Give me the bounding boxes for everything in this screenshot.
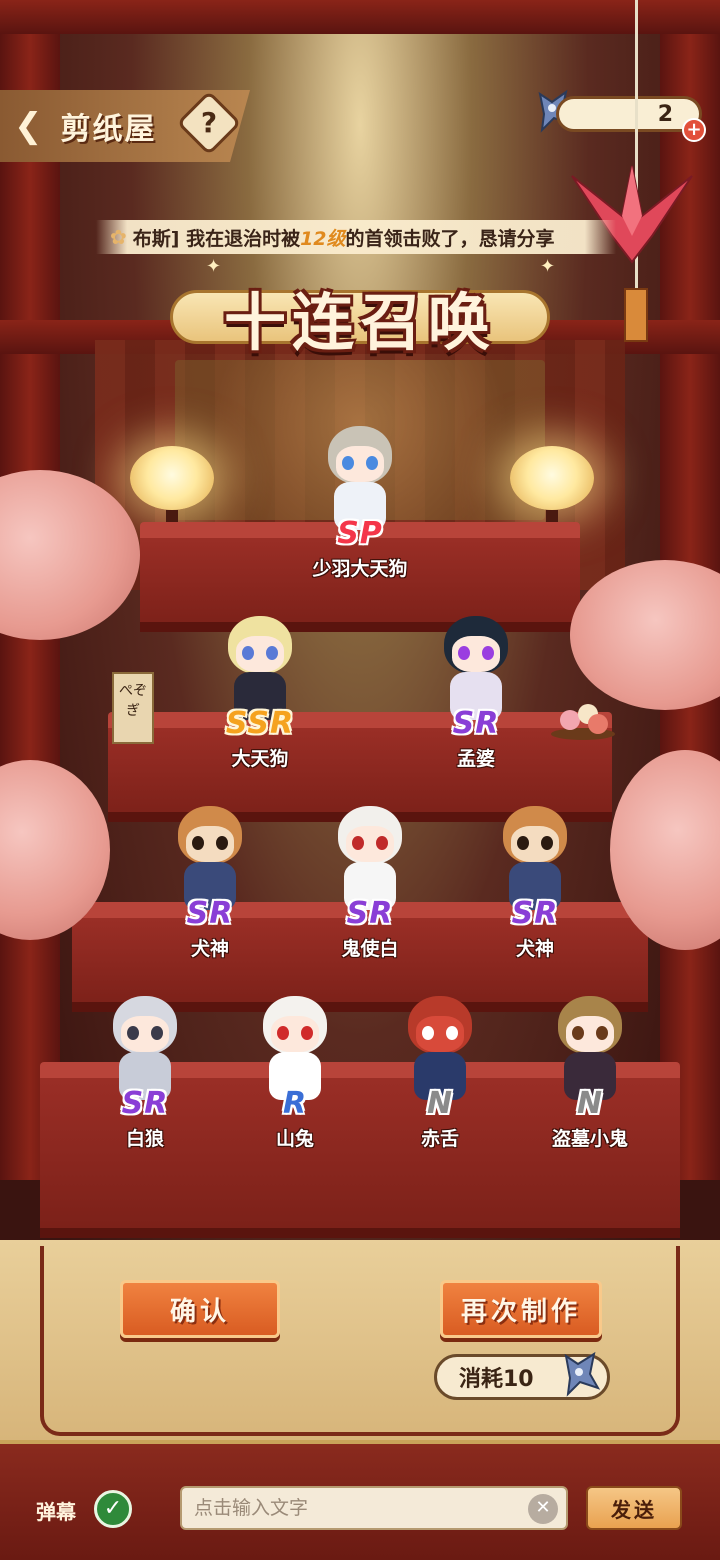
rarity-label: SSR xyxy=(225,706,295,741)
summon-card-n[interactable]: N 赤舌 xyxy=(375,992,505,1162)
character-sprite xyxy=(320,426,400,530)
charm-tag xyxy=(624,288,648,342)
character-name: 盗墓小鬼 xyxy=(551,1128,628,1150)
character-sprite xyxy=(220,616,300,720)
banner-title: 十连召唤 xyxy=(223,286,496,359)
summon-card-r[interactable]: R 山兔 xyxy=(230,992,360,1162)
clear-input-button[interactable]: ✕ xyxy=(528,1494,558,1524)
rarity-label: SP xyxy=(337,516,383,551)
top-beam xyxy=(0,0,720,34)
marquee-level: 12级 xyxy=(300,227,346,250)
rarity-label: SR xyxy=(121,1086,169,1121)
remake-button[interactable]: 再次制作 xyxy=(440,1280,602,1338)
currency-count: 2 xyxy=(657,101,673,127)
character-sprite xyxy=(170,806,250,910)
character-name: 孟婆 xyxy=(456,748,495,770)
page-title: 剪纸屋 xyxy=(60,112,157,147)
rarity-label: SR xyxy=(452,706,500,741)
right-lantern xyxy=(510,446,594,510)
summon-card-sr[interactable]: SR 孟婆 xyxy=(411,612,541,782)
summon-card-sr[interactable]: SR 鬼使白 xyxy=(305,802,435,972)
character-sprite xyxy=(550,996,630,1100)
rarity-label: R xyxy=(282,1086,308,1121)
character-name: 大天狗 xyxy=(231,748,289,770)
left-lantern xyxy=(130,446,214,510)
rarity-label: SR xyxy=(346,896,394,931)
summon-card-sr[interactable]: SR 犬神 xyxy=(470,802,600,972)
rarity-label: N xyxy=(426,1086,454,1121)
floor-border xyxy=(40,1246,680,1436)
character-sprite xyxy=(330,806,410,910)
summon-card-sr[interactable]: SR 犬神 xyxy=(145,802,275,972)
character-sprite xyxy=(436,616,516,720)
question-icon: ? xyxy=(200,106,218,139)
paper-doll-cost-icon xyxy=(564,1351,601,1397)
character-name: 山兔 xyxy=(275,1128,314,1150)
character-name: 鬼使白 xyxy=(341,938,399,960)
character-name: 犬神 xyxy=(190,938,229,960)
currency-counter: 2 xyxy=(556,96,702,132)
summon-card-ssr[interactable]: SSR 大天狗 xyxy=(195,612,325,782)
ten-summon-banner: 十连召唤 xyxy=(170,268,550,368)
rarity-label: SR xyxy=(186,896,234,931)
character-name: 犬神 xyxy=(515,938,554,960)
flower-icon: ✿ xyxy=(110,225,127,249)
marquee-prefix: 布斯] 我在退治时被 xyxy=(132,227,301,250)
character-name: 赤舌 xyxy=(420,1128,459,1150)
wooden-sign: ぺぞぎ xyxy=(112,672,154,744)
chat-input[interactable] xyxy=(180,1486,568,1530)
summon-card-n[interactable]: N 盗墓小鬼 xyxy=(525,992,655,1162)
rarity-label: SR xyxy=(511,896,559,931)
character-sprite xyxy=(105,996,185,1100)
danmaku-label: 弹幕 xyxy=(36,1500,76,1524)
broadcast-marquee: ✿ 布斯] 我在退治时被 12级 的首领击败了，恳请 分享 xyxy=(96,220,616,254)
add-currency-button[interactable]: + xyxy=(682,118,706,142)
dango-plate-icon xyxy=(551,704,615,740)
confirm-button[interactable]: 确认 xyxy=(120,1280,280,1338)
marquee-action: 分享 xyxy=(516,227,555,250)
character-sprite xyxy=(400,996,480,1100)
rarity-label: N xyxy=(576,1086,604,1121)
summon-card-sr[interactable]: SR 白狼 xyxy=(80,992,210,1162)
danmaku-toggle-checkbox[interactable]: ✓ xyxy=(94,1490,132,1528)
character-sprite xyxy=(495,806,575,910)
character-name: 少羽大天狗 xyxy=(312,558,408,580)
character-name: 白狼 xyxy=(125,1128,164,1150)
back-arrow-icon: ❮ xyxy=(14,106,43,146)
game-scene: ❮ 剪纸屋 ? 2 + ✿ 布斯] 我在退治时被 12级 的首领击败了，恳请 分… xyxy=(0,0,720,1560)
send-button[interactable]: 发送 xyxy=(586,1486,682,1530)
summon-card-sp[interactable]: SP 少羽大天狗 xyxy=(295,422,425,592)
character-sprite xyxy=(255,996,335,1100)
marquee-suffix: 的首领击败了，恳请 xyxy=(345,227,517,250)
